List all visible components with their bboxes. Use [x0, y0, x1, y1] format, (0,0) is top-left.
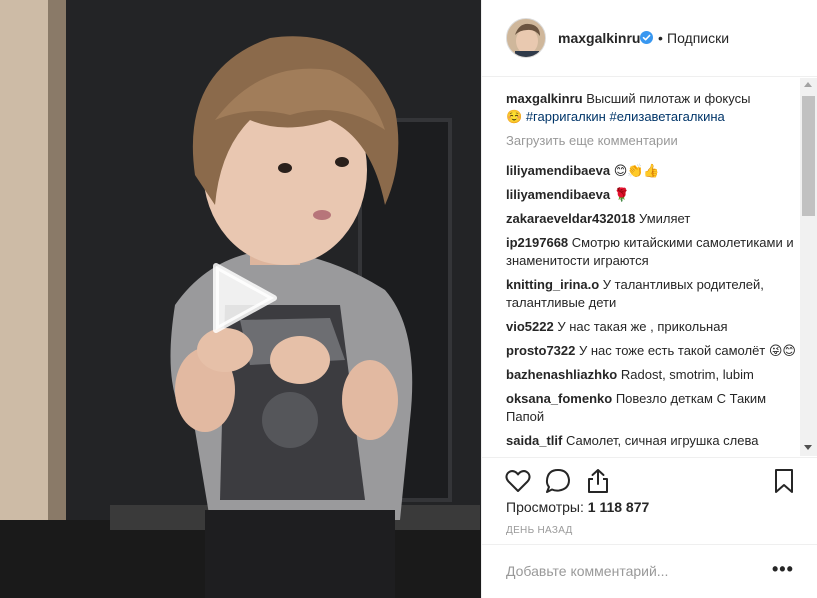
comment-username[interactable]: prosto7322 [506, 343, 575, 358]
caption-text: Высший пилотаж и фокусы [586, 91, 751, 106]
comment-input[interactable] [506, 563, 756, 579]
comment-item: ip2197668 Смотрю китайскими самолетиками… [506, 234, 796, 270]
comment-username[interactable]: saida_tlif [506, 433, 562, 448]
comments-scrollbar[interactable] [800, 78, 817, 456]
comment-bubble-icon[interactable] [544, 467, 572, 495]
comment-list: maxgalkinru Высший пилотаж и фокусы ☺️ #… [506, 90, 796, 456]
header-username[interactable]: maxgalkinru [558, 30, 640, 46]
comment-text: Умиляет [639, 211, 691, 226]
comment-text: Radost, smotrim, lubim [620, 367, 754, 382]
views-label: Просмотры: [506, 499, 584, 515]
comment-item: vio5222 У нас такая же , прикольная [506, 318, 796, 336]
views-value: 1 118 877 [587, 499, 650, 515]
following-button[interactable]: Подписки [667, 30, 729, 46]
comment-username[interactable]: vio5222 [506, 319, 554, 334]
caption-username[interactable]: maxgalkinru [506, 91, 583, 106]
comment-username[interactable]: knitting_irina.o [506, 277, 599, 292]
comment-username[interactable]: oksana_fomenko [506, 391, 612, 406]
more-dots-icon[interactable]: ••• [772, 559, 794, 580]
comment-text: У нас такая же , прикольная [557, 319, 728, 334]
post-header: maxgalkinru • Подписки [482, 0, 817, 77]
comments-section[interactable]: maxgalkinru Высший пилотаж и фокусы ☺️ #… [482, 78, 817, 456]
comment-item: knitting_irina.o У талантливых родителей… [506, 276, 796, 312]
bookmark-icon[interactable] [770, 467, 798, 495]
post-timestamp[interactable]: день назад [506, 525, 573, 536]
comment-item: zakaraeveldar432018 Умиляет [506, 210, 796, 228]
share-icon[interactable] [584, 467, 612, 495]
comment-item: saida_tlif Самолет, сичная игрушка слева [506, 432, 796, 450]
add-comment-bar: ••• [482, 544, 817, 598]
comment-item: bazhenashliazhko Radost, smotrim, lubim [506, 366, 796, 384]
comment-username[interactable]: zakaraeveldar432018 [506, 211, 635, 226]
post-panel: maxgalkinru • Подписки maxgalkinru Высши… [481, 0, 817, 598]
comment-item: prosto7322 У нас тоже есть такой самолёт… [506, 342, 796, 360]
caption: maxgalkinru Высший пилотаж и фокусы ☺️ #… [506, 90, 796, 126]
comment-username[interactable]: ip2197668 [506, 235, 568, 250]
comment-item: liliyamendibaeva 😊👏👍 [506, 162, 796, 180]
play-icon[interactable] [212, 262, 278, 334]
heart-icon[interactable] [504, 467, 532, 495]
scroll-up-arrow-icon[interactable] [804, 82, 812, 87]
comment-item: liliyamendibaeva 🌹 [506, 186, 796, 204]
play-button[interactable] [212, 262, 278, 334]
hashtag-link[interactable]: #елизаветагалкина [609, 109, 724, 124]
avatar[interactable] [506, 18, 546, 58]
scroll-down-arrow-icon[interactable] [804, 445, 812, 450]
comment-item: oksana_fomenko Повезло деткам С Таким Па… [506, 390, 796, 426]
caption-emoji: ☺️ [506, 109, 523, 124]
scroll-thumb[interactable] [802, 96, 815, 216]
comment-username[interactable]: liliyamendibaeva [506, 187, 610, 202]
comment-text: У нас тоже есть такой самолёт 😜😊 [579, 343, 796, 358]
action-bar [482, 457, 817, 505]
comment-text: Самолет, сичная игрушка слева [565, 433, 759, 448]
comment-username[interactable]: liliyamendibaeva [506, 163, 610, 178]
hashtag-link[interactable]: #гарригалкин [526, 109, 606, 124]
video-player[interactable] [0, 0, 481, 598]
verified-badge-icon [640, 31, 653, 44]
load-more-comments-button[interactable]: Загрузить еще комментарии [506, 132, 796, 150]
avatar-image [507, 19, 545, 57]
comment-text: 🌹 [613, 187, 630, 202]
views-count: Просмотры: 1 118 877 [506, 499, 649, 515]
comment-username[interactable]: bazhenashliazhko [506, 367, 617, 382]
comment-text: 😊👏👍 [613, 163, 660, 178]
header-separator: • [658, 30, 663, 46]
